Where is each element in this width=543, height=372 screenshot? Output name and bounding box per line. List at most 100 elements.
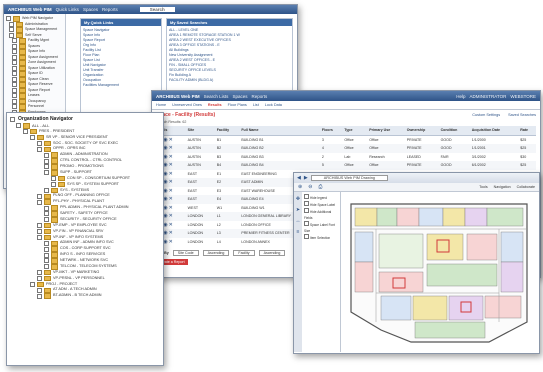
expand-icon[interactable] [37, 234, 42, 240]
table-row[interactable]: ✎◉✕AUSTINB3BUILDING B32LabResearchLEASED… [156, 153, 536, 162]
expand-icon[interactable] [37, 193, 42, 199]
delete-icon[interactable]: ✕ [169, 171, 173, 177]
toolbar-collaborate[interactable]: Collaborate [517, 185, 535, 189]
delete-icon[interactable]: ✕ [169, 162, 173, 168]
column-header[interactable]: Ownership [404, 126, 439, 136]
checkbox-icon[interactable] [304, 201, 309, 207]
expand-icon[interactable] [37, 276, 42, 282]
delete-icon[interactable]: ✕ [169, 230, 173, 236]
expand-icon[interactable] [12, 87, 17, 93]
expand-icon[interactable] [44, 246, 49, 252]
table-row[interactable]: ✎◉✕AUSTINB1BUILDING B13OfficeOfficePRIVA… [156, 135, 536, 144]
back-icon[interactable]: ◀ [297, 175, 301, 181]
checkbox-icon[interactable] [304, 194, 309, 199]
menu-quick-links[interactable]: Quick Links [56, 7, 79, 12]
column-header[interactable]: Type [342, 126, 368, 136]
checkbox-icon[interactable] [304, 234, 309, 240]
expand-icon[interactable] [37, 270, 42, 276]
measure-icon[interactable]: ↔ [296, 218, 301, 224]
expand-icon[interactable] [9, 27, 14, 33]
expand-icon[interactable] [37, 140, 42, 146]
url-field[interactable]: ARCHIBUS Web PIM Drawing [310, 175, 388, 181]
expand-icon[interactable] [12, 54, 17, 60]
tab-3[interactable]: Floor Plans [228, 103, 247, 107]
expand-icon[interactable] [44, 211, 49, 217]
custom-settings-link[interactable]: Custom Settings [472, 113, 500, 117]
expand-icon[interactable] [51, 176, 56, 182]
expand-icon[interactable] [12, 49, 17, 55]
delete-icon[interactable]: ✕ [169, 154, 173, 160]
legend-option[interactable]: Item Selection [304, 234, 338, 241]
expand-icon[interactable] [44, 258, 49, 264]
sort-select[interactable]: Ascending [258, 250, 286, 256]
expand-icon[interactable] [37, 287, 42, 293]
print-icon[interactable]: ⎙ [318, 184, 322, 190]
menu-user[interactable]: ADMINISTRATOR [469, 94, 506, 99]
saved-search-link[interactable]: FACILITY ADMIN (BLDG A) [169, 78, 290, 83]
expand-icon[interactable] [37, 223, 42, 229]
expand-icon[interactable] [12, 98, 17, 104]
legend-option[interactable]: Hide legend [304, 194, 338, 201]
zoom-in-icon[interactable]: ⊕ [298, 184, 302, 190]
expand-icon[interactable] [44, 170, 49, 176]
sort-select[interactable]: Site Code [172, 250, 199, 256]
tab-4[interactable]: List [253, 103, 259, 107]
quick-link[interactable]: Facilities Management [83, 83, 159, 88]
expand-icon[interactable] [37, 293, 42, 299]
checkbox-icon[interactable] [304, 221, 309, 227]
column-header[interactable]: Rate [518, 126, 536, 136]
search-input[interactable]: Search [139, 7, 175, 12]
legend-option[interactable]: Space Label Font Size [304, 221, 338, 234]
expand-icon[interactable] [16, 123, 21, 129]
expand-icon[interactable] [44, 187, 49, 193]
expand-icon[interactable] [44, 252, 49, 258]
expand-icon[interactable] [12, 93, 17, 99]
tab-0[interactable]: Home [156, 103, 166, 107]
menu-spaces[interactable]: Spaces [232, 94, 247, 99]
expand-icon[interactable] [12, 71, 17, 77]
org-tree-item[interactable]: BT-ADMIN - B TECH ADMIN [10, 293, 160, 299]
column-header[interactable]: Primary Use [367, 126, 405, 136]
expand-icon[interactable] [9, 21, 14, 27]
expand-icon[interactable] [9, 32, 14, 38]
delete-icon[interactable]: ✕ [169, 188, 173, 194]
table-row[interactable]: ✎◉✕AUSTINB4BUILDING B45OfficeOfficePRIVA… [156, 161, 536, 170]
expand-icon[interactable] [12, 104, 17, 110]
delete-icon[interactable]: ✕ [169, 179, 173, 185]
tab-2[interactable]: Results [208, 103, 222, 107]
menu-reports[interactable]: Reports [251, 94, 267, 99]
expand-icon[interactable] [44, 205, 49, 211]
forward-icon[interactable]: ▶ [304, 175, 308, 181]
tab-5[interactable]: Lock Data [265, 103, 282, 107]
column-header[interactable]: Facility [214, 126, 240, 136]
expand-icon[interactable] [12, 82, 17, 88]
menu-search-lists[interactable]: Search Lists [204, 94, 229, 99]
expand-icon[interactable] [30, 135, 35, 141]
toolbar-navigation[interactable]: Navigation [494, 185, 511, 189]
legend-option[interactable]: Hide Space Label [304, 201, 338, 208]
delete-icon[interactable]: ✕ [169, 145, 173, 151]
column-header[interactable]: Condition [438, 126, 470, 136]
expand-icon[interactable] [37, 229, 42, 235]
select-icon[interactable]: ➤ [296, 207, 300, 213]
saved-searches-link[interactable]: Saved Searches [508, 113, 536, 117]
expand-icon[interactable] [30, 281, 35, 287]
toolbar-tools[interactable]: Tools [479, 185, 487, 189]
expand-icon[interactable] [12, 38, 17, 44]
column-header[interactable]: Site [185, 126, 215, 136]
expand-icon[interactable] [12, 65, 17, 71]
column-header[interactable]: Full Name [239, 126, 320, 136]
expand-icon[interactable] [51, 182, 56, 188]
menu-spaces[interactable]: Spaces [83, 7, 98, 12]
column-header[interactable]: Floors [319, 126, 343, 136]
menu-webstore[interactable]: WEBSTORE [510, 94, 536, 99]
delete-icon[interactable]: ✕ [169, 239, 173, 245]
menu-help[interactable]: Help [456, 94, 465, 99]
column-header[interactable]: Acquisition Date [469, 126, 519, 136]
expand-icon[interactable] [6, 16, 11, 22]
legend-option[interactable]: Hide Additional Fields [304, 208, 338, 221]
tab-1[interactable]: Unreserved Ones [172, 103, 202, 107]
expand-icon[interactable] [12, 60, 17, 66]
expand-icon[interactable] [12, 76, 17, 82]
layers-icon[interactable]: ≡ [297, 229, 300, 235]
